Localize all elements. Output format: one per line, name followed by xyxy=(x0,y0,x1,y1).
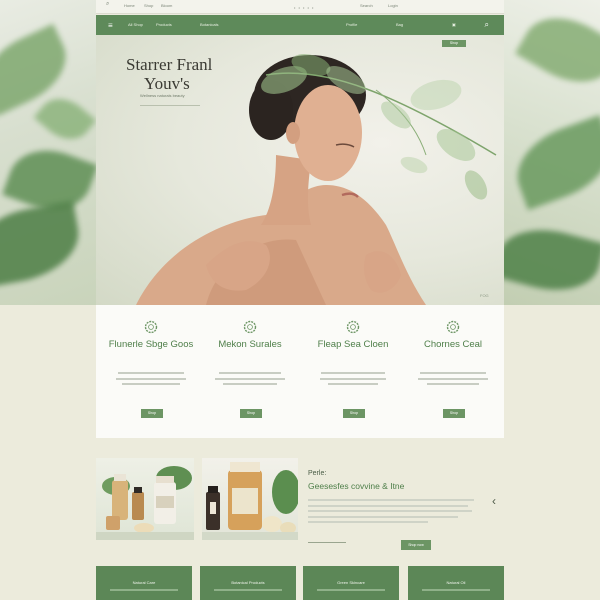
top-link-home[interactable]: Home xyxy=(124,3,135,8)
category-subtitle xyxy=(214,589,282,591)
product-photo-2[interactable] xyxy=(202,458,298,540)
feature-card: Fleap Sea Cloen Shop xyxy=(302,305,404,438)
category-title: Green Skincare xyxy=(337,580,365,585)
search-icon[interactable]: ⌕ xyxy=(106,1,109,8)
hero-cta-button[interactable]: Shop xyxy=(442,40,466,47)
feature-description xyxy=(215,372,285,389)
category-title: Natural Care xyxy=(132,580,156,585)
chevron-left-icon[interactable]: ‹ xyxy=(492,494,496,508)
feature-description xyxy=(318,372,388,389)
nav-products[interactable]: Products xyxy=(156,22,172,27)
nav-all-shop[interactable]: All Shop xyxy=(128,22,143,27)
feature-button[interactable]: Shop xyxy=(443,409,465,418)
category-card[interactable]: Natural Care xyxy=(96,566,192,600)
wreath-icon xyxy=(446,320,460,334)
category-card[interactable]: Green Skincare xyxy=(303,566,399,600)
nav-bag[interactable]: Bag xyxy=(396,22,403,27)
feature-description xyxy=(116,372,186,389)
feature-card: Flunerle Sbge Goos Shop xyxy=(100,305,202,438)
top-link-login[interactable]: Login xyxy=(388,3,398,8)
carousel-dots: • • • • • xyxy=(294,5,315,10)
category-card[interactable]: Natural Oil xyxy=(408,566,504,600)
nav-botanicals[interactable]: Botanicals xyxy=(200,22,218,27)
main-nav: ≡ All Shop Products Botanicals Profile B… xyxy=(96,15,504,35)
hero-title-line2: Youv's xyxy=(144,74,190,93)
feature-button[interactable]: Shop xyxy=(240,409,262,418)
product-jars-image xyxy=(202,462,298,540)
nav-profile[interactable]: Profile xyxy=(346,22,357,27)
promo-title: Geesesfes covvine & Itne xyxy=(308,481,405,491)
wreath-icon xyxy=(144,320,158,334)
promo-description xyxy=(308,499,474,527)
feature-title: Chornes Ceal xyxy=(423,339,483,350)
hero-title: Starrer Franl Youv's xyxy=(126,55,246,93)
cart-icon[interactable]: ▣ xyxy=(452,22,456,27)
product-photo-1[interactable] xyxy=(96,458,194,540)
feature-button[interactable]: Shop xyxy=(141,409,163,418)
promo-button[interactable]: Shop now xyxy=(401,540,431,550)
features-section: Flunerle Sbge Goos Shop Mekon Surales Sh… xyxy=(96,305,504,438)
feature-title: Mekon Surales xyxy=(218,339,282,350)
feature-card: Chornes Ceal Shop xyxy=(402,305,504,438)
hero-banner: Starrer Franl Youv's Wellness naturals b… xyxy=(96,35,504,305)
feature-description xyxy=(418,372,488,389)
promo-divider xyxy=(308,542,346,543)
utility-bar: ⌕ Home Shop Bloom • • • • • Search Login xyxy=(96,0,504,14)
wreath-icon xyxy=(346,320,360,334)
hero-watermark: FOG xyxy=(480,293,489,298)
left-leaf-backdrop xyxy=(0,0,96,305)
category-subtitle xyxy=(110,589,178,591)
hero-subtitle: Wellness naturals beauty xyxy=(140,93,185,98)
feature-card: Mekon Surales Shop xyxy=(199,305,301,438)
category-title: Botanical Products xyxy=(231,580,265,585)
promo-kicker: Perle: xyxy=(308,470,327,477)
category-title: Natural Oil xyxy=(446,580,466,585)
hero-title-line1: Starrer Franl xyxy=(126,55,213,74)
menu-icon[interactable]: ≡ xyxy=(108,21,113,30)
feature-title: Fleap Sea Cloen xyxy=(317,339,389,350)
feature-title: Flunerle Sbge Goos xyxy=(108,339,194,350)
category-subtitle xyxy=(317,589,385,591)
top-link-shop[interactable]: Shop xyxy=(144,3,153,8)
feature-button[interactable]: Shop xyxy=(343,409,365,418)
top-link-search[interactable]: Search xyxy=(360,3,373,8)
hero-divider xyxy=(140,105,200,106)
category-cards: Natural Care Botanical Products Green Sk… xyxy=(96,566,504,600)
category-card[interactable]: Botanical Products xyxy=(200,566,296,600)
category-subtitle xyxy=(422,589,490,591)
product-bottles-image xyxy=(96,466,194,540)
nav-search-icon[interactable]: ⌕ xyxy=(485,20,489,30)
top-link-bloom[interactable]: Bloom xyxy=(161,3,172,8)
wreath-icon xyxy=(243,320,257,334)
website: ⌕ Home Shop Bloom • • • • • Search Login… xyxy=(96,0,504,600)
right-leaf-backdrop xyxy=(504,0,600,305)
